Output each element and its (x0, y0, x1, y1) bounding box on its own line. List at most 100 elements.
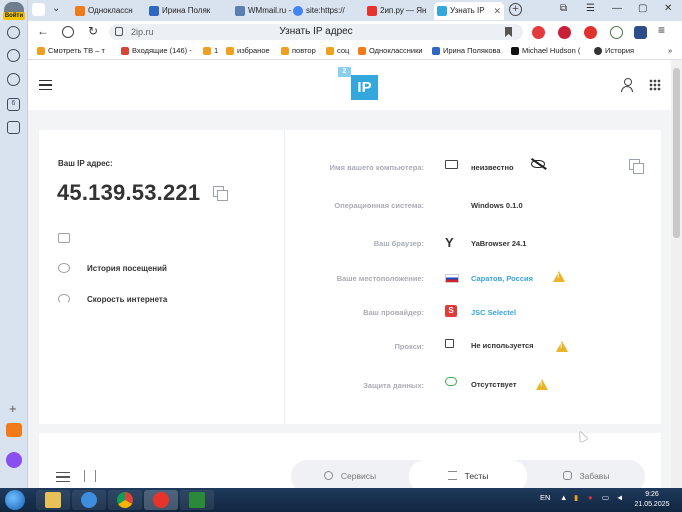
explorer-app[interactable] (36, 490, 70, 510)
more-bookmarks-icon[interactable]: » (668, 46, 672, 55)
apps-grid-icon[interactable] (649, 79, 661, 91)
url-field[interactable]: 2ip.ru Узнать IP адрес (109, 24, 523, 40)
warning-icon[interactable] (556, 341, 568, 352)
extension-adblock-icon[interactable] (558, 26, 571, 39)
play-icon[interactable] (7, 49, 20, 62)
add-panel-icon[interactable]: + (9, 401, 17, 416)
close-tab-icon[interactable]: ✕ (493, 2, 501, 20)
close-window-icon[interactable]: ✕ (664, 3, 672, 14)
ip-address-value[interactable]: 45.139.53.221 (57, 180, 200, 206)
tab-services[interactable]: Сервисы (291, 460, 409, 488)
yandex-icon (367, 6, 377, 16)
maximize-icon[interactable]: ▢ (638, 3, 647, 14)
provider-value[interactable]: JSC Selectel (471, 308, 516, 317)
network-tray-icon[interactable]: ▭ (602, 493, 609, 502)
extension-vpn-icon[interactable] (610, 26, 623, 39)
copy-all-icon[interactable] (629, 159, 644, 174)
site-logo[interactable]: IP (351, 75, 378, 100)
history-icon[interactable] (7, 26, 20, 39)
location-value[interactable]: Саратов, Россия (471, 274, 533, 283)
tab-yandex[interactable]: 2ип.ру — Ян (364, 2, 434, 20)
user-icon[interactable] (621, 78, 633, 92)
vk-icon (149, 6, 159, 16)
mail-icon[interactable] (6, 423, 22, 437)
browser-value: YaBrowser 24.1 (471, 239, 527, 248)
browser-menu-icon[interactable] (32, 3, 45, 16)
minimize-icon[interactable]: — (612, 3, 622, 14)
tabs-dropdown-icon[interactable]: ⌄ (52, 3, 60, 14)
extension-puzzle-icon[interactable] (634, 26, 647, 39)
reload-icon[interactable]: ↻ (88, 24, 98, 38)
ie-app[interactable] (72, 490, 106, 510)
hidden-eye-icon[interactable] (531, 160, 545, 168)
network-icon (445, 339, 454, 348)
history-link[interactable]: История посещений (87, 264, 167, 273)
tab-label: Одноклассн (88, 6, 133, 15)
bookmark-item[interactable]: Входящие (146) - (121, 46, 192, 55)
bookmark-item[interactable]: 1 (203, 46, 218, 55)
bookmark-item[interactable]: История (594, 46, 634, 55)
tab-google[interactable]: site:https:// (290, 2, 360, 20)
new-tab-button[interactable]: + (509, 3, 522, 16)
tab-label: site:https:// (306, 6, 345, 15)
os-label: Операционная система: (334, 201, 424, 210)
bookmark-manager-icon[interactable]: ☰ (586, 3, 595, 14)
globe-icon (323, 471, 333, 480)
browser-label: Ваш браузер: (373, 239, 424, 248)
tab-strip: ⌄ Одноклассн Ирина Поляк WMmail.ru - sit… (28, 0, 682, 21)
tab-tests[interactable]: Тесты (409, 460, 527, 488)
bookmark-item[interactable]: Ирина Полякова (432, 46, 501, 55)
list-menu-icon[interactable] (56, 472, 70, 482)
bookmark-item[interactable]: избраное (226, 46, 270, 55)
collections-icon[interactable] (7, 121, 20, 134)
tab-2ip-active[interactable]: Узнать IP ✕ (434, 2, 504, 20)
tab-odnoklassniki[interactable]: Одноклассн (72, 2, 144, 20)
columns-icon[interactable] (84, 470, 96, 482)
display-icon[interactable] (58, 233, 70, 243)
tray-expand-icon[interactable]: ▲ (560, 493, 567, 502)
browser-menu-icon[interactable]: ≡ (658, 23, 665, 37)
speed-test-link[interactable]: Скорость интернета (87, 295, 167, 304)
start-button[interactable] (5, 490, 25, 510)
back-icon[interactable]: ← (37, 24, 49, 38)
tools-card: Сервисы Тесты Забавы (39, 433, 661, 488)
tray-app-icon[interactable]: ▮ (574, 493, 578, 502)
bookmark-item[interactable]: Michael Hudson ( (511, 46, 580, 55)
hamburger-menu-icon[interactable] (39, 80, 52, 90)
system-clock[interactable]: 9:26 21.05.2025 (632, 490, 672, 510)
tabs-count-icon[interactable]: 6 (7, 98, 20, 111)
computer-name-label: Имя вашего компьютера: (329, 163, 424, 172)
location-label: Ваше местоположение: (336, 274, 424, 283)
bookmark-item[interactable]: Смотреть ТВ – т (37, 46, 105, 55)
history-icon (58, 263, 70, 273)
tab-manager-icon[interactable]: ⧉ (560, 3, 567, 14)
tray-security-icon[interactable]: ● (588, 493, 593, 502)
bookmark-item[interactable]: повтор (281, 46, 316, 55)
login-button[interactable]: Войти (3, 12, 25, 20)
extension-shield-icon[interactable] (584, 26, 597, 39)
clock-date: 21.05.2025 (634, 501, 670, 508)
browser-sidebar: Войти 6 + (0, 0, 28, 488)
alice-assistant-icon[interactable] (6, 452, 22, 468)
volume-icon[interactable]: ◄ (616, 493, 623, 502)
extension-mail-icon[interactable] (532, 26, 545, 39)
chrome-app[interactable] (108, 490, 142, 510)
language-indicator[interactable]: EN (540, 493, 550, 502)
excel-app[interactable] (180, 490, 214, 510)
copy-ip-icon[interactable] (213, 186, 228, 201)
bookmark-item[interactable]: соц (326, 46, 349, 55)
russia-flag-icon (445, 274, 459, 283)
data-protection-label: Защита данных: (363, 381, 424, 390)
warning-icon[interactable] (536, 379, 548, 390)
bookmark-item[interactable]: Одноклассники (358, 46, 423, 55)
scroll-thumb[interactable] (673, 68, 680, 238)
page-scrollbar[interactable] (671, 60, 682, 488)
tab-fun[interactable]: Забавы (527, 460, 645, 488)
download-icon[interactable] (7, 73, 20, 86)
warning-icon[interactable] (553, 271, 565, 282)
yandex-browser-app[interactable] (144, 490, 178, 510)
yandex-home-icon[interactable] (62, 26, 74, 38)
page-title: Узнать IP адрес (279, 26, 353, 37)
site-header: 2 IP (28, 60, 671, 110)
tab-vk[interactable]: Ирина Поляк (146, 2, 226, 20)
